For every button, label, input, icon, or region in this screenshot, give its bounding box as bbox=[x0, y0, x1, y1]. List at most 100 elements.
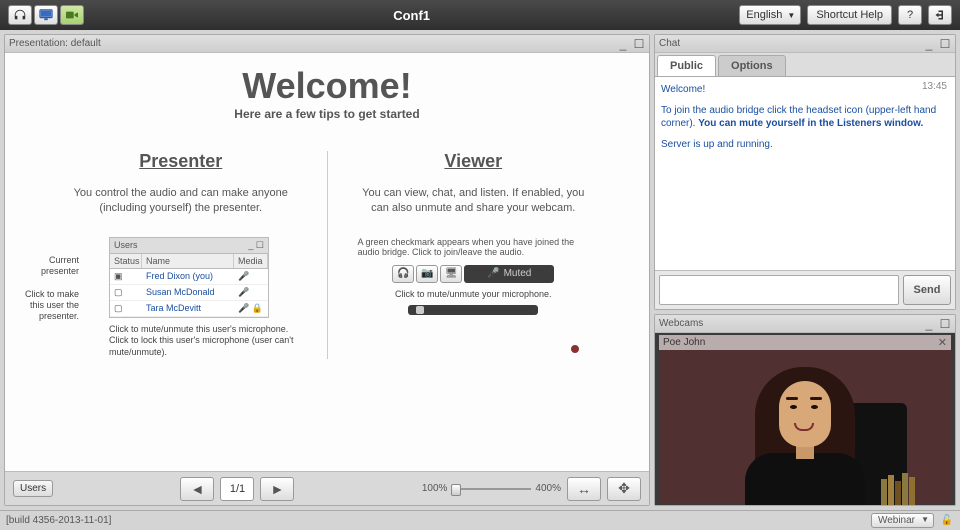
status-icon: ▢ bbox=[110, 285, 142, 300]
viewer-desc: You can view, chat, and listen. If enabl… bbox=[358, 186, 588, 217]
column-divider bbox=[327, 151, 328, 359]
next-slide-button[interactable]: ► bbox=[260, 477, 294, 501]
viewer-heading: Viewer bbox=[338, 151, 610, 172]
top-toolbar: Conf1 English Shortcut Help ? bbox=[0, 0, 960, 30]
presenter-desc: You control the audio and can make anyon… bbox=[66, 186, 296, 217]
user-name: Tara McDevitt bbox=[142, 301, 234, 316]
zoom-min: 100% bbox=[422, 483, 448, 494]
audio-webcam-icon: 📷 bbox=[416, 265, 438, 283]
presentation-footer: Users ◄ 1/1 ► 100% 400% ↔ ✥ bbox=[5, 471, 649, 505]
left-column: Presentation: default _ ☐ Welcome! Here … bbox=[4, 34, 650, 506]
help-icon[interactable]: ? bbox=[898, 5, 922, 25]
muted-indicator: 🎤 Muted bbox=[464, 265, 554, 283]
media-icon: 🎤 🔒 bbox=[234, 301, 268, 316]
chat-timestamp: 13:45 bbox=[922, 81, 947, 92]
webcam-name-bar: Poe John ✕ bbox=[659, 335, 951, 350]
language-dropdown[interactable]: English bbox=[739, 5, 801, 25]
presenter-heading: Presenter bbox=[45, 151, 317, 172]
status-icon: ▣ bbox=[110, 269, 142, 284]
right-column: Chat _ ☐ Public Options 13:45 Welcome! T… bbox=[654, 34, 956, 506]
close-icon[interactable]: ✕ bbox=[938, 336, 947, 349]
toolbar-left-icons bbox=[8, 5, 84, 25]
chat-messages: 13:45 Welcome! To join the audio bridge … bbox=[655, 77, 955, 270]
minimize-icon[interactable]: _ bbox=[923, 38, 935, 50]
maximize-icon[interactable]: ☐ bbox=[633, 38, 645, 50]
welcome-subheading: Here are a few tips to get started bbox=[45, 107, 609, 121]
minimize-icon[interactable]: _ bbox=[923, 318, 935, 330]
note-make-presenter: Click to make this user the presenter. bbox=[23, 289, 79, 321]
users-mock-title: Users bbox=[114, 240, 138, 251]
lock-icon[interactable]: 🔓 bbox=[940, 514, 954, 528]
audio-headset-icon: 🎧 bbox=[392, 265, 414, 283]
webcam-share-icon[interactable] bbox=[60, 5, 84, 25]
webcams-panel: Webcams _ ☐ Poe John ✕ bbox=[654, 314, 956, 506]
chat-header: Chat _ ☐ bbox=[655, 35, 955, 53]
webcams-title: Webcams bbox=[659, 318, 923, 329]
audio-toolbar-mock: 🎧 📷 🖥 🎤 Muted bbox=[338, 265, 610, 283]
user-name: Fred Dixon (you) bbox=[142, 269, 234, 284]
note-current-presenter: Current presenter bbox=[23, 255, 79, 277]
note-mute: Click to mute/unmute this user's microph… bbox=[109, 324, 317, 336]
users-col-media: Media bbox=[234, 254, 268, 268]
room-title: Conf1 bbox=[84, 8, 739, 23]
fit-page-button[interactable]: ✥ bbox=[607, 477, 641, 501]
send-button[interactable]: Send bbox=[903, 275, 951, 305]
users-mock-ctrls: _ ☐ bbox=[248, 240, 264, 251]
viewer-mute-tip: Click to mute/unmute your microphone. bbox=[338, 289, 610, 299]
webcam-frame: Poe John ✕ bbox=[659, 335, 951, 503]
users-col-status: Status bbox=[110, 254, 142, 268]
muted-label: Muted bbox=[504, 268, 532, 279]
desktop-icon[interactable] bbox=[34, 5, 58, 25]
presentation-panel: Presentation: default _ ☐ Welcome! Here … bbox=[4, 34, 650, 506]
note-lock: Click to lock this user's microphone (us… bbox=[109, 335, 317, 358]
layout-dropdown[interactable]: Webinar bbox=[871, 513, 934, 528]
audio-deskshare-icon: 🖥 bbox=[440, 265, 462, 283]
viewer-green-note: A green checkmark appears when you have … bbox=[358, 237, 590, 257]
users-col-name: Name bbox=[142, 254, 234, 268]
chat-msg-server: Server is up and running. bbox=[661, 138, 949, 151]
chat-textarea[interactable] bbox=[659, 275, 899, 305]
presentation-title: Presentation: default bbox=[9, 38, 617, 49]
users-button[interactable]: Users bbox=[13, 480, 53, 497]
presenter-notes: Click to mute/unmute this user's microph… bbox=[109, 324, 317, 359]
tab-options[interactable]: Options bbox=[718, 55, 786, 76]
chat-tabs: Public Options bbox=[655, 53, 955, 77]
logout-icon[interactable] bbox=[928, 5, 952, 25]
maximize-icon[interactable]: ☐ bbox=[939, 38, 951, 50]
chat-msg-welcome: Welcome! bbox=[661, 83, 949, 96]
status-bar: [build 4356-2013-11-01] Webinar 🔓 bbox=[0, 510, 960, 530]
headset-icon[interactable] bbox=[8, 5, 32, 25]
two-column-layout: Presenter You control the audio and can … bbox=[45, 151, 609, 359]
users-list-mock: Users _ ☐ Status Name Media ▣Fred Dixon (… bbox=[109, 237, 269, 318]
media-icon: 🎤 bbox=[234, 269, 268, 284]
presentation-header: Presentation: default _ ☐ bbox=[5, 35, 649, 53]
tab-public[interactable]: Public bbox=[657, 55, 716, 76]
presentation-body: Welcome! Here are a few tips to get star… bbox=[5, 53, 649, 471]
prev-slide-button[interactable]: ◄ bbox=[180, 477, 214, 501]
webcams-header: Webcams _ ☐ bbox=[655, 315, 955, 333]
toolbar-right: English Shortcut Help ? bbox=[739, 5, 952, 25]
chat-panel: Chat _ ☐ Public Options 13:45 Welcome! T… bbox=[654, 34, 956, 310]
app-root: Conf1 English Shortcut Help ? Presentati… bbox=[0, 0, 960, 530]
shortcut-help-button[interactable]: Shortcut Help bbox=[807, 5, 892, 25]
minimize-icon[interactable]: _ bbox=[617, 38, 629, 50]
chat-msg-join-bold: You can mute yourself in the Listeners w… bbox=[698, 118, 923, 129]
status-icon: ▢ bbox=[110, 301, 142, 316]
chat-input-area: Send bbox=[655, 270, 955, 309]
user-name: Susan McDonald bbox=[142, 285, 234, 300]
maximize-icon[interactable]: ☐ bbox=[939, 318, 951, 330]
build-info: [build 4356-2013-11-01] bbox=[6, 515, 111, 526]
page-indicator: 1/1 bbox=[220, 477, 254, 501]
presenter-column: Presenter You control the audio and can … bbox=[45, 151, 317, 359]
chat-msg-join: To join the audio bridge click the heads… bbox=[661, 104, 949, 130]
viewer-column: Viewer You can view, chat, and listen. I… bbox=[338, 151, 610, 359]
chat-title: Chat bbox=[659, 38, 923, 49]
main-area: Presentation: default _ ☐ Welcome! Here … bbox=[0, 30, 960, 510]
webcam-body: Poe John ✕ bbox=[655, 333, 955, 505]
audio-slider-mock bbox=[408, 305, 538, 315]
fit-width-button[interactable]: ↔ bbox=[567, 477, 601, 501]
zoom-slider[interactable] bbox=[451, 488, 531, 490]
record-dot-icon bbox=[571, 345, 579, 353]
media-icon: 🎤 bbox=[234, 285, 268, 300]
welcome-heading: Welcome! bbox=[45, 65, 609, 107]
